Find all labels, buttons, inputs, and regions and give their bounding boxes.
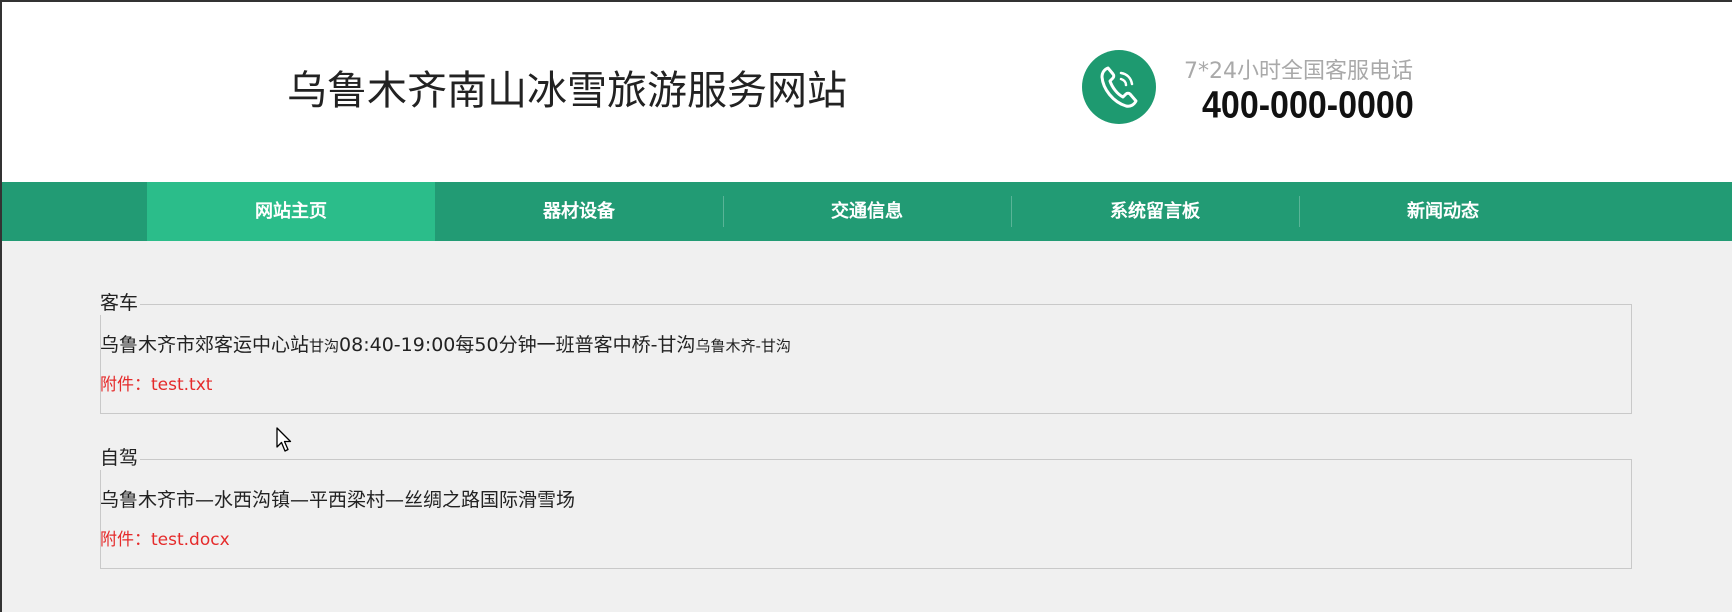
- section-description: 乌鲁木齐市郊客运中心站甘沟08:40-19:00每50分钟一班普客中桥-甘沟乌鲁…: [100, 334, 791, 356]
- site-header: 乌鲁木齐南山冰雪旅游服务网站 7*24小时全国客服电话 400-000-0000: [2, 2, 1732, 182]
- nav-separator: [1011, 196, 1012, 227]
- phone-icon: [1082, 50, 1156, 124]
- nav-separator: [1299, 196, 1300, 227]
- section-title: 自驾: [100, 443, 141, 470]
- nav-item-equipment[interactable]: 器材设备: [435, 182, 723, 241]
- mouse-cursor-icon: [276, 427, 292, 452]
- main-nav: 网站主页 器材设备 交通信息 系统留言板 新闻动态: [2, 182, 1732, 241]
- site-title: 乌鲁木齐南山冰雪旅游服务网站: [287, 68, 847, 114]
- nav-item-news[interactable]: 新闻动态: [1299, 182, 1587, 241]
- section-title: 客车: [100, 288, 141, 315]
- section-description: 乌鲁木齐市—水西沟镇—平西梁村—丝绸之路国际滑雪场: [100, 489, 576, 511]
- section-frame: [100, 459, 1632, 569]
- hotline-label: 7*24小时全国客服电话: [1184, 59, 1413, 84]
- nav-item-traffic[interactable]: 交通信息: [723, 182, 1011, 241]
- section-frame: [100, 304, 1632, 414]
- nav-item-message-board[interactable]: 系统留言板: [1011, 182, 1299, 241]
- attachment-link[interactable]: 附件：test.docx: [100, 525, 230, 550]
- nav-separator: [723, 196, 724, 227]
- attachment-link[interactable]: 附件：test.txt: [100, 370, 212, 395]
- traffic-section-bus: 客车 乌鲁木齐市郊客运中心站甘沟08:40-19:00每50分钟一班普客中桥-甘…: [100, 288, 1634, 414]
- traffic-section-self-drive: 自驾 乌鲁木齐市—水西沟镇—平西梁村—丝绸之路国际滑雪场 附件：test.doc…: [100, 443, 1634, 569]
- nav-item-home[interactable]: 网站主页: [147, 182, 435, 241]
- hotline-number: 400-000-0000: [1202, 84, 1414, 127]
